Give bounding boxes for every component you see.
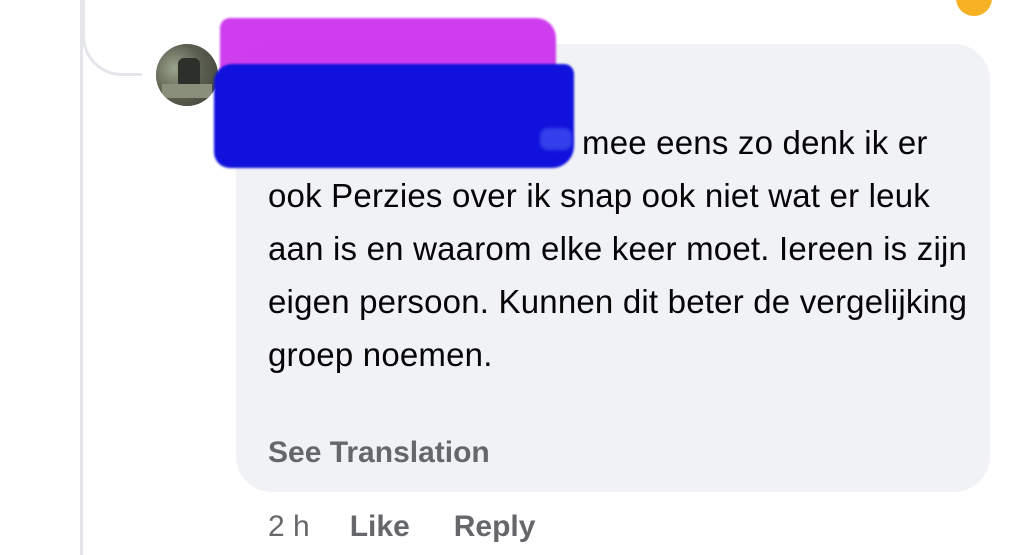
user-avatar[interactable] — [156, 44, 218, 106]
comment-text-first-line: mee eens zo denk ik — [582, 124, 889, 161]
redaction-scribble-tail — [540, 128, 572, 150]
comment-thread: mee eens zo denk ik er ook Perzies over … — [0, 0, 1024, 555]
comment-actions: 2 h Like Reply — [268, 504, 535, 550]
comment-timestamp[interactable]: 2 h — [268, 510, 310, 544]
redaction-scribble-blue — [214, 64, 574, 168]
like-button[interactable]: Like — [350, 510, 410, 544]
thread-line — [80, 0, 83, 555]
see-translation-link[interactable]: See Translation — [268, 436, 490, 470]
reaction-emoji-icon[interactable] — [954, 0, 994, 18]
reply-button[interactable]: Reply — [454, 510, 536, 544]
thread-connector — [82, 0, 142, 76]
